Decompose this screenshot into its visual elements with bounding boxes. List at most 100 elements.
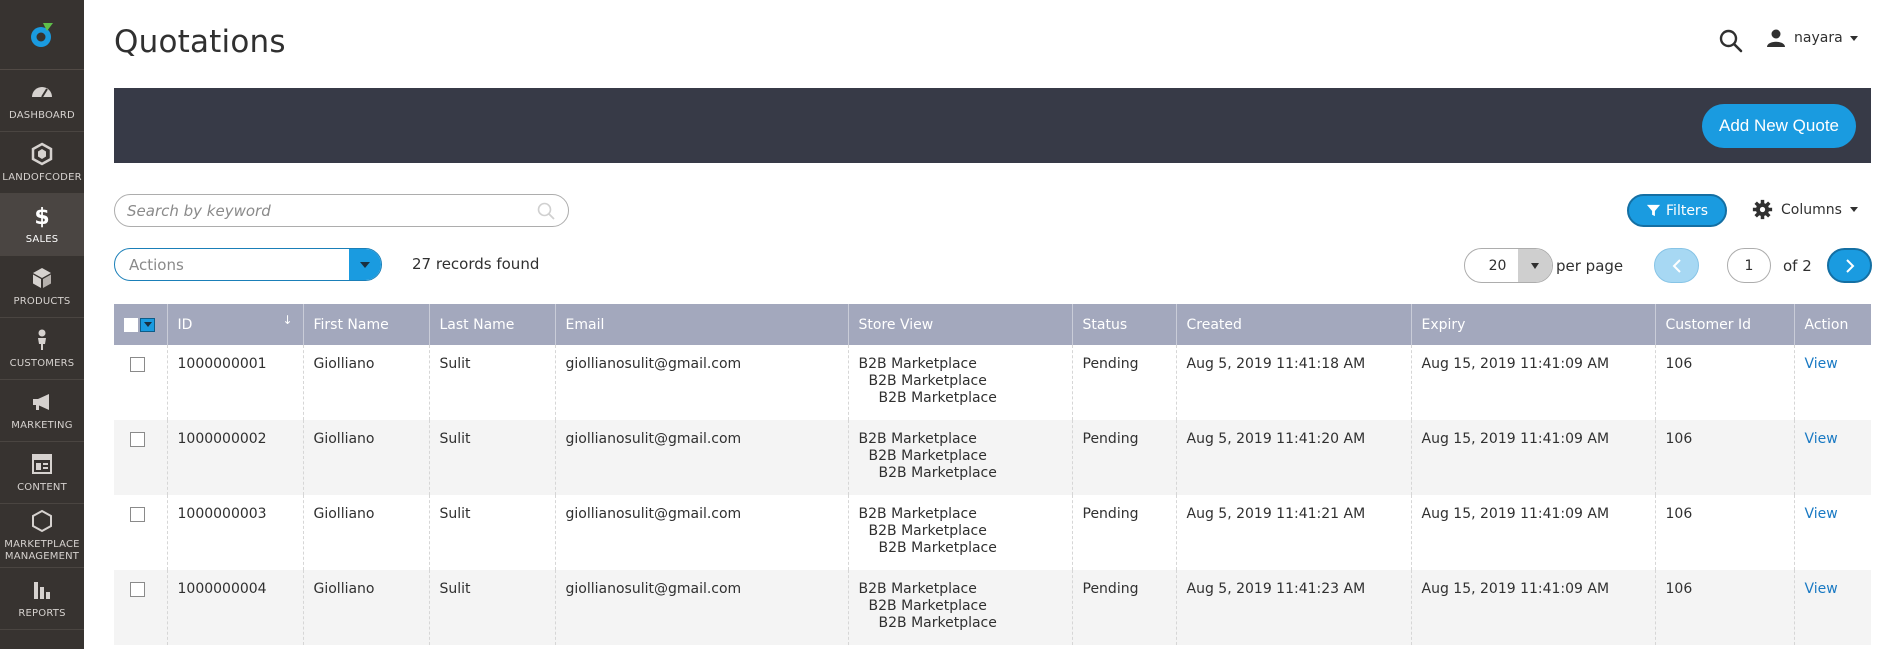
cell-id: 1000000002 (166, 420, 303, 495)
person-icon (38, 329, 46, 350)
sidebar-item-dashboard[interactable]: DASHBOARD (0, 70, 84, 132)
column-header-created[interactable]: Created (1175, 304, 1411, 345)
chevron-down-icon (1849, 35, 1858, 41)
chevron-right-icon (1845, 258, 1854, 273)
store-view-view: B2B Marketplace (878, 540, 997, 556)
cell-expiry: Aug 15, 2019 11:41:09 AM (1410, 495, 1655, 570)
cell-customer-id: 106 (1654, 570, 1794, 645)
column-header-customer-id[interactable]: Customer Id (1654, 304, 1794, 345)
layout-icon (32, 453, 52, 474)
gear-icon (1752, 199, 1773, 220)
cell-id: 1000000004 (166, 570, 303, 645)
view-link[interactable]: View (1805, 356, 1838, 372)
cell-expiry: Aug 15, 2019 11:41:09 AM (1410, 420, 1655, 495)
row-select-cell (114, 570, 167, 645)
column-header-email[interactable]: Email (554, 304, 848, 345)
row-select-cell (114, 345, 167, 420)
keyword-search (114, 194, 569, 227)
filters-label: Filters (1666, 202, 1708, 219)
sidebar-item-content[interactable]: CONTENT (0, 442, 84, 504)
sidebar-item-customers[interactable]: CUSTOMERS (0, 318, 84, 380)
store-view-store: B2B Marketplace (868, 598, 987, 614)
cell-customer-id: 106 (1654, 420, 1794, 495)
cell-created: Aug 5, 2019 11:41:23 AM (1175, 570, 1411, 645)
store-view-store: B2B Marketplace (868, 523, 987, 539)
admin-sidebar: DASHBOARD LANDOFCODER $ SALES PRODUCTS C… (0, 0, 84, 649)
column-header-store-view[interactable]: Store View (847, 304, 1072, 345)
cell-store-view: B2B Marketplace B2B Marketplace B2B Mark… (847, 345, 1072, 420)
cell-status: Pending (1071, 495, 1176, 570)
next-page-button[interactable] (1827, 248, 1872, 283)
filters-button[interactable]: Filters (1627, 194, 1727, 227)
view-link[interactable]: View (1805, 581, 1838, 597)
user-account-menu[interactable]: nayara (1766, 28, 1858, 48)
columns-button[interactable]: Columns (1752, 199, 1858, 220)
cell-expiry: Aug 15, 2019 11:41:09 AM (1410, 570, 1655, 645)
sidebar-item-products[interactable]: PRODUCTS (0, 256, 84, 318)
search-input[interactable] (127, 201, 536, 220)
add-new-quote-button[interactable]: Add New Quote (1701, 104, 1856, 148)
store-view-website: B2B Marketplace (858, 506, 977, 522)
sidebar-item-label: CUSTOMERS (9, 357, 75, 369)
per-page-select[interactable]: 20 (1464, 248, 1553, 283)
chevron-down-icon (1849, 207, 1858, 212)
sidebar-item-label: MARKETPLACE MANAGEMENT (4, 538, 80, 562)
previous-page-button[interactable] (1654, 248, 1699, 283)
store-view-view: B2B Marketplace (878, 465, 997, 481)
bar-chart-icon (34, 581, 50, 599)
view-link[interactable]: View (1805, 431, 1838, 447)
user-icon (1767, 29, 1785, 47)
cell-email: giollianosulit@gmail.com (554, 420, 848, 495)
sidebar-item-sales[interactable]: $ SALES (0, 194, 84, 256)
cell-created: Aug 5, 2019 11:41:18 AM (1175, 345, 1411, 420)
cube-icon (33, 267, 51, 288)
username: nayara (1794, 30, 1843, 46)
cell-status: Pending (1071, 420, 1176, 495)
column-header-status[interactable]: Status (1071, 304, 1176, 345)
sidebar-item-label: MARKETING (11, 419, 73, 431)
sidebar-item-reports[interactable]: REPORTS (0, 568, 84, 630)
cell-created: Aug 5, 2019 11:41:21 AM (1175, 495, 1411, 570)
row-checkbox[interactable] (130, 432, 145, 447)
search-icon[interactable] (536, 201, 556, 221)
magento-logo[interactable] (0, 0, 84, 70)
row-checkbox[interactable] (130, 357, 145, 372)
cell-expiry: Aug 15, 2019 11:41:09 AM (1410, 345, 1655, 420)
cell-email: giollianosulit@gmail.com (554, 345, 848, 420)
per-page-toggle[interactable] (1518, 249, 1552, 282)
columns-label: Columns (1781, 201, 1842, 218)
sidebar-item-landofcoder[interactable]: LANDOFCODER (0, 132, 84, 194)
mass-select-dropdown[interactable] (140, 317, 155, 332)
store-view-website: B2B Marketplace (858, 431, 977, 447)
megaphone-icon (33, 393, 49, 410)
row-checkbox[interactable] (130, 507, 145, 522)
current-page-input[interactable] (1727, 248, 1771, 283)
svg-text:$: $ (34, 205, 49, 228)
dollar-icon: $ (34, 205, 49, 228)
column-header-id[interactable]: ID ↓ (166, 304, 303, 345)
cell-first-name: Giolliano (302, 570, 429, 645)
cell-id: 1000000001 (166, 345, 303, 420)
global-search-button[interactable] (1718, 28, 1744, 54)
cell-created: Aug 5, 2019 11:41:20 AM (1175, 420, 1411, 495)
select-all-header (114, 304, 167, 345)
cell-store-view: B2B Marketplace B2B Marketplace B2B Mark… (847, 495, 1072, 570)
row-checkbox[interactable] (130, 582, 145, 597)
sidebar-item-label: REPORTS (18, 607, 66, 619)
table-header-row: ID ↓ First Name Last Name Email Store Vie… (114, 304, 1871, 345)
column-header-expiry[interactable]: Expiry (1410, 304, 1655, 345)
column-header-last-name[interactable]: Last Name (428, 304, 555, 345)
cell-action: View (1793, 420, 1871, 495)
table-row: 1000000004 Giolliano Sulit giollianosuli… (114, 570, 1871, 645)
sidebar-item-label: LANDOFCODER (2, 171, 82, 183)
column-header-first-name[interactable]: First Name (302, 304, 429, 345)
sidebar-item-marketing[interactable]: MARKETING (0, 380, 84, 442)
view-link[interactable]: View (1805, 506, 1838, 522)
sidebar-item-marketplace-management[interactable]: MARKETPLACE MANAGEMENT (0, 504, 84, 568)
sort-arrow-icon: ↓ (282, 312, 293, 327)
cell-store-view: B2B Marketplace B2B Marketplace B2B Mark… (847, 570, 1072, 645)
actions-dropdown-toggle[interactable] (349, 249, 381, 280)
select-all-checkbox[interactable] (124, 317, 138, 332)
cell-id: 1000000003 (166, 495, 303, 570)
mass-actions-dropdown[interactable]: Actions (114, 248, 382, 281)
